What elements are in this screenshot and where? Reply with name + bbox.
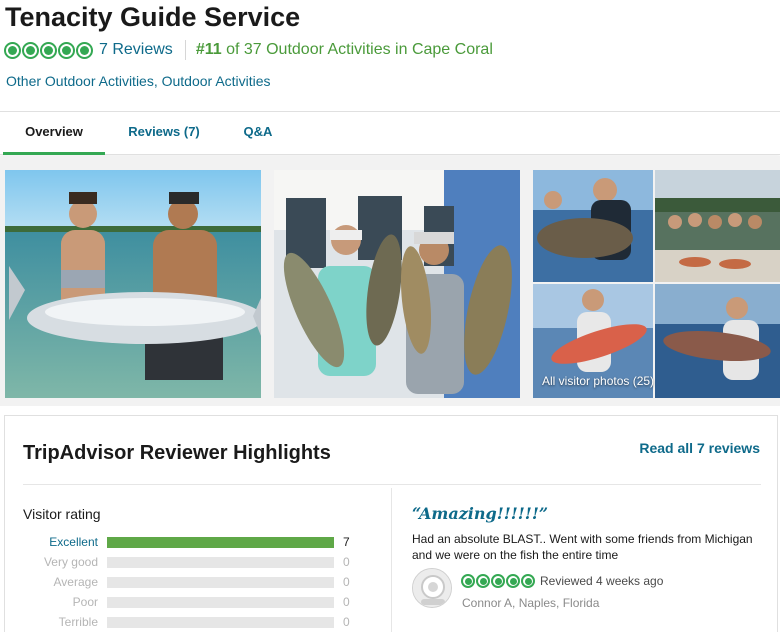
review-title-link[interactable]: “Amazing!!!!!!” xyxy=(412,504,548,523)
ranking[interactable]: #11 of 37 Outdoor Activities in Cape Cor… xyxy=(196,41,493,59)
rating-row: 7 Reviews #11 of 37 Outdoor Activities i… xyxy=(4,40,493,60)
divider xyxy=(391,488,392,632)
main-photo[interactable] xyxy=(5,170,261,398)
rating-label: Poor xyxy=(72,595,98,609)
bubble-icon xyxy=(491,574,505,588)
photo-thumbnail[interactable] xyxy=(655,170,780,282)
rating-row-very-good: Very good 0 xyxy=(5,554,365,570)
rating-label: Very good xyxy=(43,555,98,569)
rating-row-poor: Poor 0 xyxy=(5,594,365,610)
bubble-icon xyxy=(476,574,490,588)
avatar[interactable] xyxy=(412,568,452,608)
rating-row-excellent[interactable]: Excellent 7 xyxy=(5,534,365,550)
reviewer-highlights: TripAdvisor Reviewer Highlights Read all… xyxy=(4,415,778,632)
rating-label: Excellent xyxy=(49,535,98,549)
read-all-reviews-link[interactable]: Read all 7 reviews xyxy=(639,440,760,456)
photo-gallery: All visitor photos (25) xyxy=(0,156,780,406)
page-title: Tenacity Guide Service xyxy=(5,2,301,32)
rating-bar xyxy=(107,537,334,548)
rating-count: 0 xyxy=(343,615,350,629)
category-links[interactable]: Other Outdoor Activities, Outdoor Activi… xyxy=(6,73,271,89)
photo-thumbnail[interactable] xyxy=(533,170,653,282)
rating-fill xyxy=(107,537,334,548)
rating-label: Terrible xyxy=(58,615,98,629)
highlights-title: TripAdvisor Reviewer Highlights xyxy=(23,442,331,464)
review-snippet: Had an absolute BLAST.. Went with some f… xyxy=(412,532,753,562)
rating-count: 0 xyxy=(343,575,350,589)
visitor-rating-title: Visitor rating xyxy=(23,506,101,522)
bubble-rating[interactable] xyxy=(4,41,93,59)
rating-bar xyxy=(107,597,334,608)
rank-number: #11 xyxy=(195,41,222,58)
divider xyxy=(23,484,761,485)
rating-bar xyxy=(107,577,334,588)
bubble-icon xyxy=(506,574,520,588)
bubble-icon xyxy=(76,41,93,59)
tab-overview[interactable]: Overview xyxy=(3,112,105,155)
rating-count: 0 xyxy=(343,595,350,609)
bubble-icon xyxy=(521,574,535,588)
rank-text: of 37 Outdoor Activities in Cape Coral xyxy=(226,41,493,58)
bubble-icon xyxy=(58,41,75,59)
tab-qa[interactable]: Q&A xyxy=(225,112,291,155)
listing-header: Tenacity Guide Service 7 Reviews #11 of … xyxy=(0,0,780,112)
bubble-icon xyxy=(40,41,57,59)
rating-count: 0 xyxy=(343,555,350,569)
photo-grouper[interactable] xyxy=(274,170,520,398)
rating-label: Average xyxy=(53,575,98,589)
rating-bar xyxy=(107,617,334,628)
all-visitor-photos-link[interactable]: All visitor photos (25) xyxy=(542,374,654,388)
rating-bar xyxy=(107,557,334,568)
bubble-rating xyxy=(461,574,535,588)
bubble-icon xyxy=(461,574,475,588)
rating-count: 7 xyxy=(343,535,350,549)
photo-thumbnail[interactable] xyxy=(655,284,780,398)
tab-reviews[interactable]: Reviews (7) xyxy=(114,112,214,155)
review-date: Reviewed 4 weeks ago xyxy=(540,574,664,588)
reviewer-name[interactable]: Connor A, Naples, Florida xyxy=(462,596,599,610)
divider xyxy=(184,40,186,60)
bubble-icon xyxy=(22,41,39,59)
rating-row-terrible: Terrible 0 xyxy=(5,614,365,630)
rating-row-average: Average 0 xyxy=(5,574,365,590)
review-rating: Reviewed 4 weeks ago xyxy=(461,574,663,588)
tab-bar: Overview Reviews (7) Q&A xyxy=(0,112,780,155)
review-count-link[interactable]: 7 Reviews xyxy=(99,41,173,59)
bubble-icon xyxy=(4,41,21,59)
